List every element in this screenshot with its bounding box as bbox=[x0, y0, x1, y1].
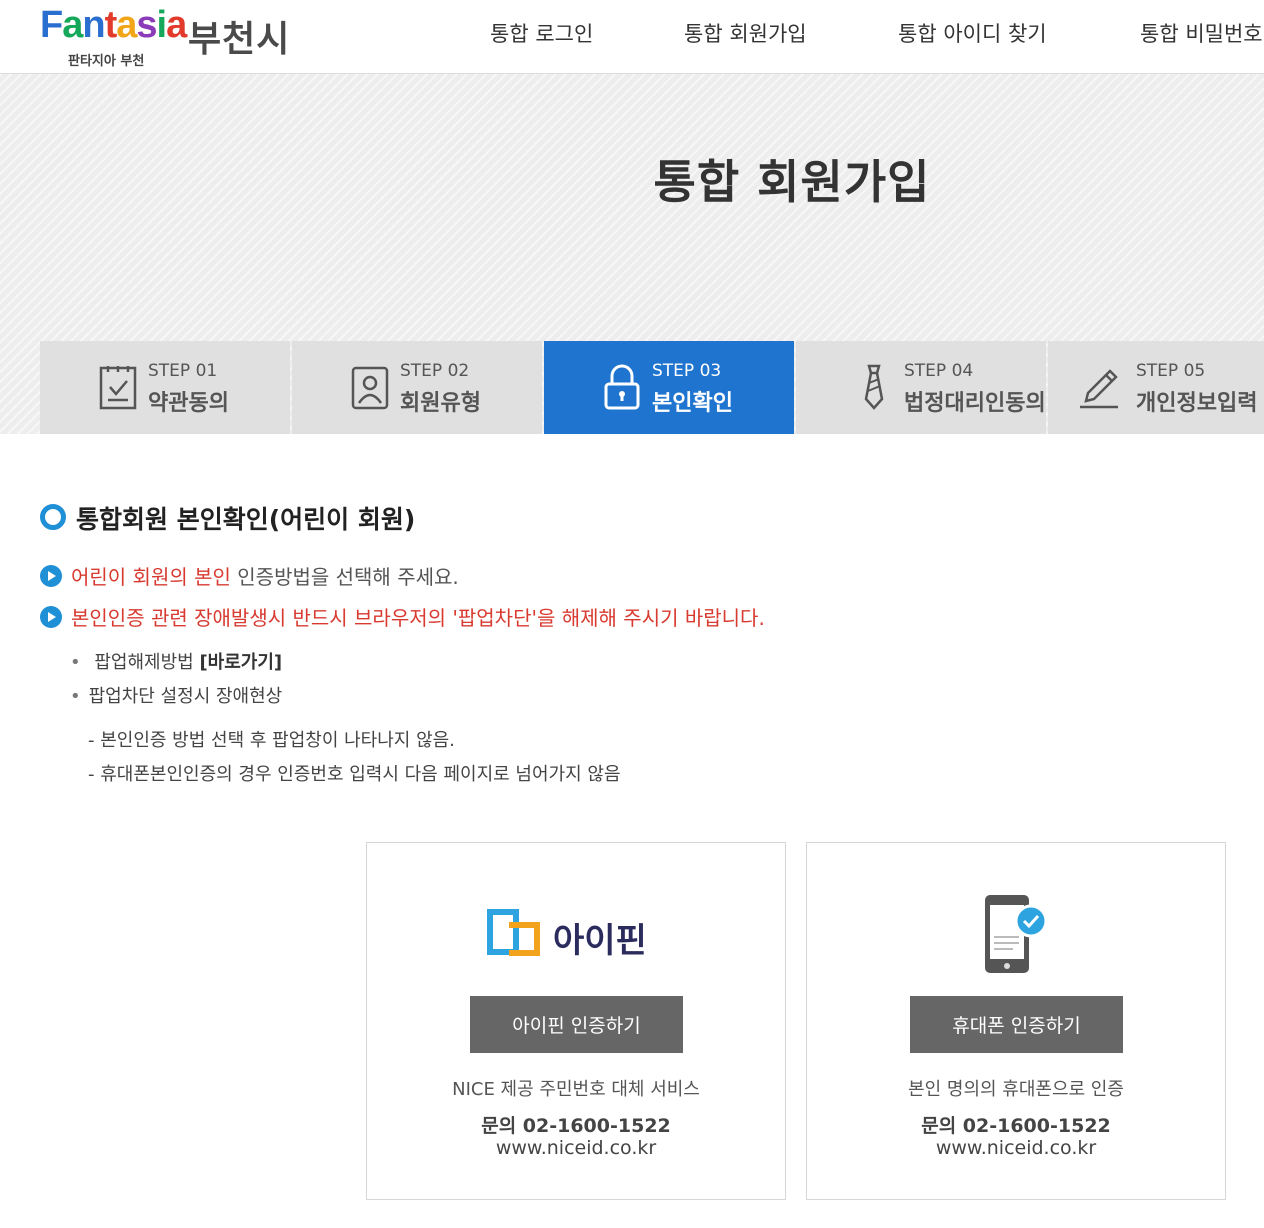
logo-wordmark: Fantasia bbox=[40, 4, 187, 46]
ipin-verify-button[interactable]: 아이핀 인증하기 bbox=[470, 996, 683, 1053]
user-card-icon bbox=[351, 366, 389, 410]
nav-login[interactable]: 통합 로그인 bbox=[490, 18, 593, 48]
step-number: STEP 04 bbox=[904, 361, 974, 381]
step-number: STEP 05 bbox=[1136, 361, 1206, 381]
phone-website: www.niceid.co.kr bbox=[935, 1137, 1097, 1159]
step-label: 회원유형 bbox=[400, 391, 481, 416]
step-5: STEP 05 개인정보입력 bbox=[1048, 341, 1264, 434]
ipin-website: www.niceid.co.kr bbox=[495, 1137, 657, 1159]
lock-icon bbox=[604, 364, 640, 410]
arrow-circle-icon bbox=[40, 606, 62, 628]
nav-signup[interactable]: 통합 회원가입 bbox=[684, 18, 807, 48]
tie-icon bbox=[864, 364, 884, 410]
ipin-logo-text: 아이핀 bbox=[553, 921, 647, 961]
logo-city: 부천시 bbox=[188, 19, 291, 60]
issue-detail-2: - 휴대폰본인인증의 경우 인증번호 입력시 다음 페이지로 넘어가지 않음 bbox=[88, 764, 621, 785]
nav-find-password[interactable]: 통합 비밀번호 bbox=[1140, 18, 1263, 48]
step-2: STEP 02 회원유형 bbox=[292, 341, 542, 434]
step-number: STEP 03 bbox=[652, 361, 722, 381]
step-4: STEP 04 법정대리인동의 bbox=[796, 341, 1046, 434]
step-3-active: STEP 03 본인확인 bbox=[544, 341, 794, 434]
logo-subtitle: 판타지아 부천 bbox=[68, 54, 145, 69]
ipin-contact: 문의 02-1600-1522 bbox=[481, 1115, 671, 1137]
phone-card: 휴대폰 인증하기 본인 명의의 휴대폰으로 인증 문의 02-1600-1522… bbox=[806, 842, 1226, 1200]
arrow-circle-icon bbox=[40, 565, 62, 587]
step-label: 약관동의 bbox=[148, 391, 229, 416]
section-title-text: 통합회원 본인확인(어린이 회원) bbox=[76, 505, 416, 534]
shortcut-link[interactable]: [바로가기] bbox=[199, 652, 282, 673]
smartphone-check-icon bbox=[985, 895, 1048, 973]
checklist-icon bbox=[99, 366, 137, 410]
phone-contact: 문의 02-1600-1522 bbox=[921, 1115, 1111, 1137]
ring-bullet-icon bbox=[40, 504, 66, 530]
popup-unblock-method: 팝업해제방법 [바로가기] bbox=[70, 648, 282, 674]
nav-find-id[interactable]: 통합 아이디 찾기 bbox=[898, 18, 1047, 48]
step-label: 본인확인 bbox=[652, 391, 733, 416]
step-label: 개인정보입력 bbox=[1136, 391, 1258, 416]
step-1: STEP 01 약관동의 bbox=[40, 341, 290, 434]
step-label: 법정대리인동의 bbox=[904, 391, 1046, 416]
page-title: 통합 회원가입 bbox=[653, 155, 931, 209]
site-logo[interactable]: Fantasia 부천시 판타지아 부천 bbox=[38, 0, 308, 72]
site-header: Fantasia 부천시 판타지아 부천 통합 로그인 통합 회원가입 통합 아… bbox=[0, 0, 1264, 74]
ipin-logo: 아이핀 bbox=[487, 907, 667, 963]
phone-description: 본인 명의의 휴대폰으로 인증 bbox=[908, 1079, 1124, 1100]
popup-block-issue: 팝업차단 설정시 장애현상 bbox=[70, 682, 283, 708]
pencil-icon bbox=[1080, 369, 1118, 409]
signup-steps: STEP 01 약관동의 STEP 02 회원유형 STEP 03 본인확인 S… bbox=[40, 341, 1264, 434]
ipin-logo-icon bbox=[487, 909, 540, 956]
phone-verify-button[interactable]: 휴대폰 인증하기 bbox=[910, 996, 1123, 1053]
step-number: STEP 01 bbox=[148, 361, 218, 381]
issue-detail-1: - 본인인증 방법 선택 후 팝업창이 나타나지 않음. bbox=[88, 730, 455, 751]
step-number: STEP 02 bbox=[400, 361, 470, 381]
ipin-description: NICE 제공 주민번호 대체 서비스 bbox=[452, 1079, 700, 1100]
ipin-card: 아이핀 아이핀 인증하기 NICE 제공 주민번호 대체 서비스 문의 02-1… bbox=[366, 842, 786, 1200]
